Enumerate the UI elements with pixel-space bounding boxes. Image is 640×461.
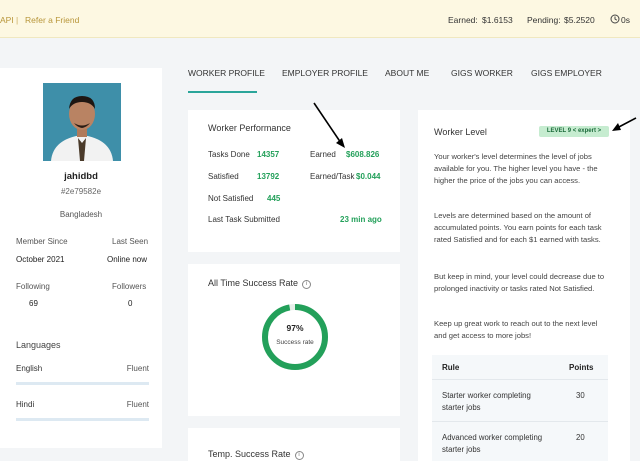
annotation-arrows bbox=[313, 102, 637, 148]
annotation-arrow bbox=[313, 102, 345, 148]
annotation-arrow bbox=[612, 117, 637, 131]
